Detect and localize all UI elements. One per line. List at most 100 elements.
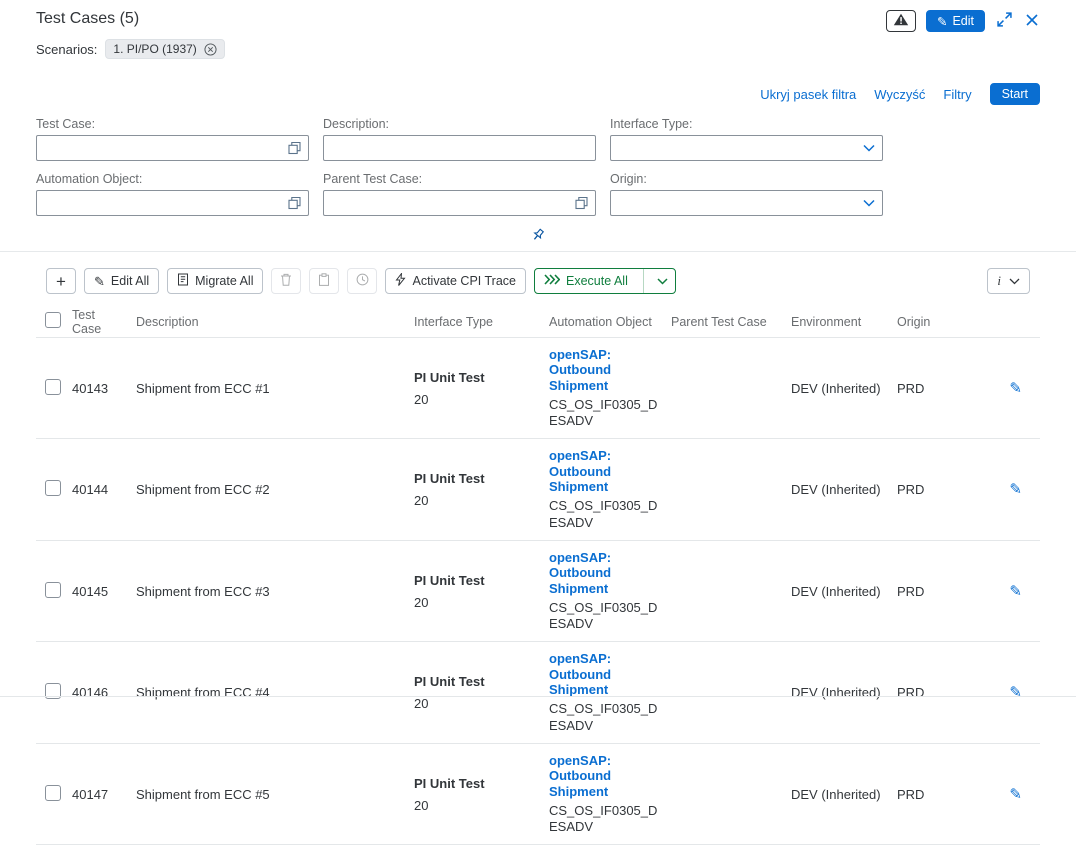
test-case-id: 40146	[72, 685, 136, 700]
clear-filters-link[interactable]: Wyczyść	[874, 87, 925, 102]
table-toolbar: + ✎ Edit All Migrate All	[36, 264, 1040, 302]
automation-object-id: CS_OS_IF0305_DESADV	[549, 803, 661, 836]
row-edit-icon[interactable]: ✎	[1009, 583, 1022, 600]
origin-filter-input[interactable]	[611, 191, 882, 215]
filter-field-test-case: Test Case:	[36, 117, 309, 161]
filter-field-description: Description:	[323, 117, 596, 161]
interface-type-filter-select[interactable]	[610, 135, 883, 161]
environment: DEV (Inherited)	[791, 787, 897, 802]
column-header-parent-test-case: Parent Test Case	[671, 315, 791, 329]
expand-fullscreen-button[interactable]	[995, 10, 1014, 32]
execute-all-button[interactable]: Execute All	[534, 268, 676, 294]
filter-bar-footer	[0, 216, 1076, 252]
filters-link[interactable]: Filtry	[943, 87, 971, 102]
table-body: 40143 Shipment from ECC #1 PI Unit Test …	[36, 338, 1040, 845]
interface-type-code: 20	[414, 493, 539, 508]
interface-type-filter-input[interactable]	[611, 136, 882, 160]
trash-icon	[280, 273, 292, 289]
select-all-checkbox[interactable]	[45, 312, 61, 328]
page-header: Test Cases (5) ✎ Edit	[0, 0, 1076, 216]
history-button[interactable]	[347, 268, 377, 294]
row-edit-icon[interactable]: ✎	[1009, 380, 1022, 397]
automation-object-link[interactable]: openSAP: Outbound Shipment	[549, 347, 661, 393]
clock-icon	[356, 273, 369, 289]
table-row: 40144 Shipment from ECC #2 PI Unit Test …	[36, 439, 1040, 540]
automation-object-link[interactable]: openSAP: Outbound Shipment	[549, 448, 661, 494]
row-checkbox[interactable]	[45, 785, 61, 801]
scenarios-row: Scenarios: 1. PI/PO (1937)	[36, 39, 1040, 59]
test-case-id: 40147	[72, 787, 136, 802]
row-checkbox[interactable]	[45, 480, 61, 496]
warnings-button[interactable]	[886, 10, 916, 32]
parent-test-case-filter-input[interactable]	[324, 191, 595, 215]
column-header-origin: Origin	[897, 315, 987, 329]
automation-object-filter-input[interactable]	[37, 191, 308, 215]
column-header-description: Description	[136, 315, 414, 329]
filter-grid: Test Case: Description: Interface Type:	[36, 117, 1040, 216]
value-help-icon[interactable]	[288, 197, 301, 210]
header-actions: ✎ Edit	[886, 10, 1040, 32]
test-case-filter-input[interactable]	[37, 136, 308, 160]
scenario-token[interactable]: 1. PI/PO (1937)	[105, 39, 224, 59]
origin: PRD	[897, 685, 987, 700]
automation-object-id: CS_OS_IF0305_DESADV	[549, 701, 661, 734]
origin-filter-select[interactable]	[610, 190, 883, 216]
filter-field-automation-object: Automation Object:	[36, 172, 309, 216]
interface-type-code: 20	[414, 595, 539, 610]
close-icon	[1026, 14, 1038, 29]
edit-button[interactable]: ✎ Edit	[926, 10, 985, 32]
interface-type: PI Unit Test	[414, 471, 539, 486]
table-row: 40146 Shipment from ECC #4 PI Unit Test …	[36, 642, 1040, 743]
automation-object-id: CS_OS_IF0305_DESADV	[549, 600, 661, 633]
column-header-environment: Environment	[791, 315, 897, 329]
add-test-case-button[interactable]: +	[46, 268, 76, 294]
filter-field-interface-type: Interface Type:	[610, 117, 883, 161]
info-icon: i	[997, 273, 1001, 289]
test-case-description: Shipment from ECC #1	[136, 381, 414, 396]
migrate-all-button[interactable]: Migrate All	[167, 268, 263, 294]
interface-type-filter-label: Interface Type:	[610, 117, 883, 131]
value-help-icon[interactable]	[575, 197, 588, 210]
edit-all-button[interactable]: ✎ Edit All	[84, 268, 159, 294]
description-filter-input[interactable]	[324, 136, 595, 160]
page-title: Test Cases (5)	[36, 10, 139, 28]
start-button[interactable]: Start	[990, 83, 1040, 105]
migrate-icon	[177, 273, 189, 289]
pin-filter-bar-button[interactable]	[523, 226, 553, 247]
row-edit-icon[interactable]: ✎	[1009, 481, 1022, 498]
fullscreen-icon	[997, 12, 1012, 30]
origin: PRD	[897, 787, 987, 802]
automation-object-link[interactable]: openSAP: Outbound Shipment	[549, 753, 661, 799]
row-checkbox[interactable]	[45, 379, 61, 395]
row-checkbox[interactable]	[45, 582, 61, 598]
test-case-description: Shipment from ECC #4	[136, 685, 414, 700]
interface-type: PI Unit Test	[414, 573, 539, 588]
column-header-test-case: Test Case	[72, 308, 136, 336]
chevron-down-icon	[1009, 274, 1020, 288]
test-case-description: Shipment from ECC #2	[136, 482, 414, 497]
automation-object-link[interactable]: openSAP: Outbound Shipment	[549, 651, 661, 697]
row-edit-icon[interactable]: ✎	[1009, 786, 1022, 803]
test-case-filter-label: Test Case:	[36, 117, 309, 131]
description-filter-label: Description:	[323, 117, 596, 131]
interface-type: PI Unit Test	[414, 370, 539, 385]
token-remove-icon[interactable]	[204, 43, 217, 56]
delete-button[interactable]	[271, 268, 301, 294]
chevron-down-icon[interactable]	[863, 199, 875, 207]
close-button[interactable]	[1024, 12, 1040, 31]
table-row: 40143 Shipment from ECC #1 PI Unit Test …	[36, 338, 1040, 439]
automation-object-id: CS_OS_IF0305_DESADV	[549, 498, 661, 531]
chevron-down-icon[interactable]	[863, 144, 875, 152]
interface-type-code: 20	[414, 392, 539, 407]
hide-filter-bar-link[interactable]: Ukryj pasek filtra	[760, 87, 856, 102]
interface-type-code: 20	[414, 696, 539, 711]
info-menu-button[interactable]: i	[987, 268, 1030, 294]
row-edit-icon[interactable]: ✎	[1009, 684, 1022, 701]
filterbar-actions: Ukryj pasek filtra Wyczyść Filtry Start	[36, 83, 1040, 105]
paste-button[interactable]	[309, 268, 339, 294]
activate-cpi-trace-button[interactable]: Activate CPI Trace	[385, 268, 526, 294]
automation-object-link[interactable]: openSAP: Outbound Shipment	[549, 550, 661, 596]
execute-all-menu-arrow[interactable]	[650, 269, 675, 293]
pencil-icon: ✎	[94, 275, 105, 288]
value-help-icon[interactable]	[288, 142, 301, 155]
